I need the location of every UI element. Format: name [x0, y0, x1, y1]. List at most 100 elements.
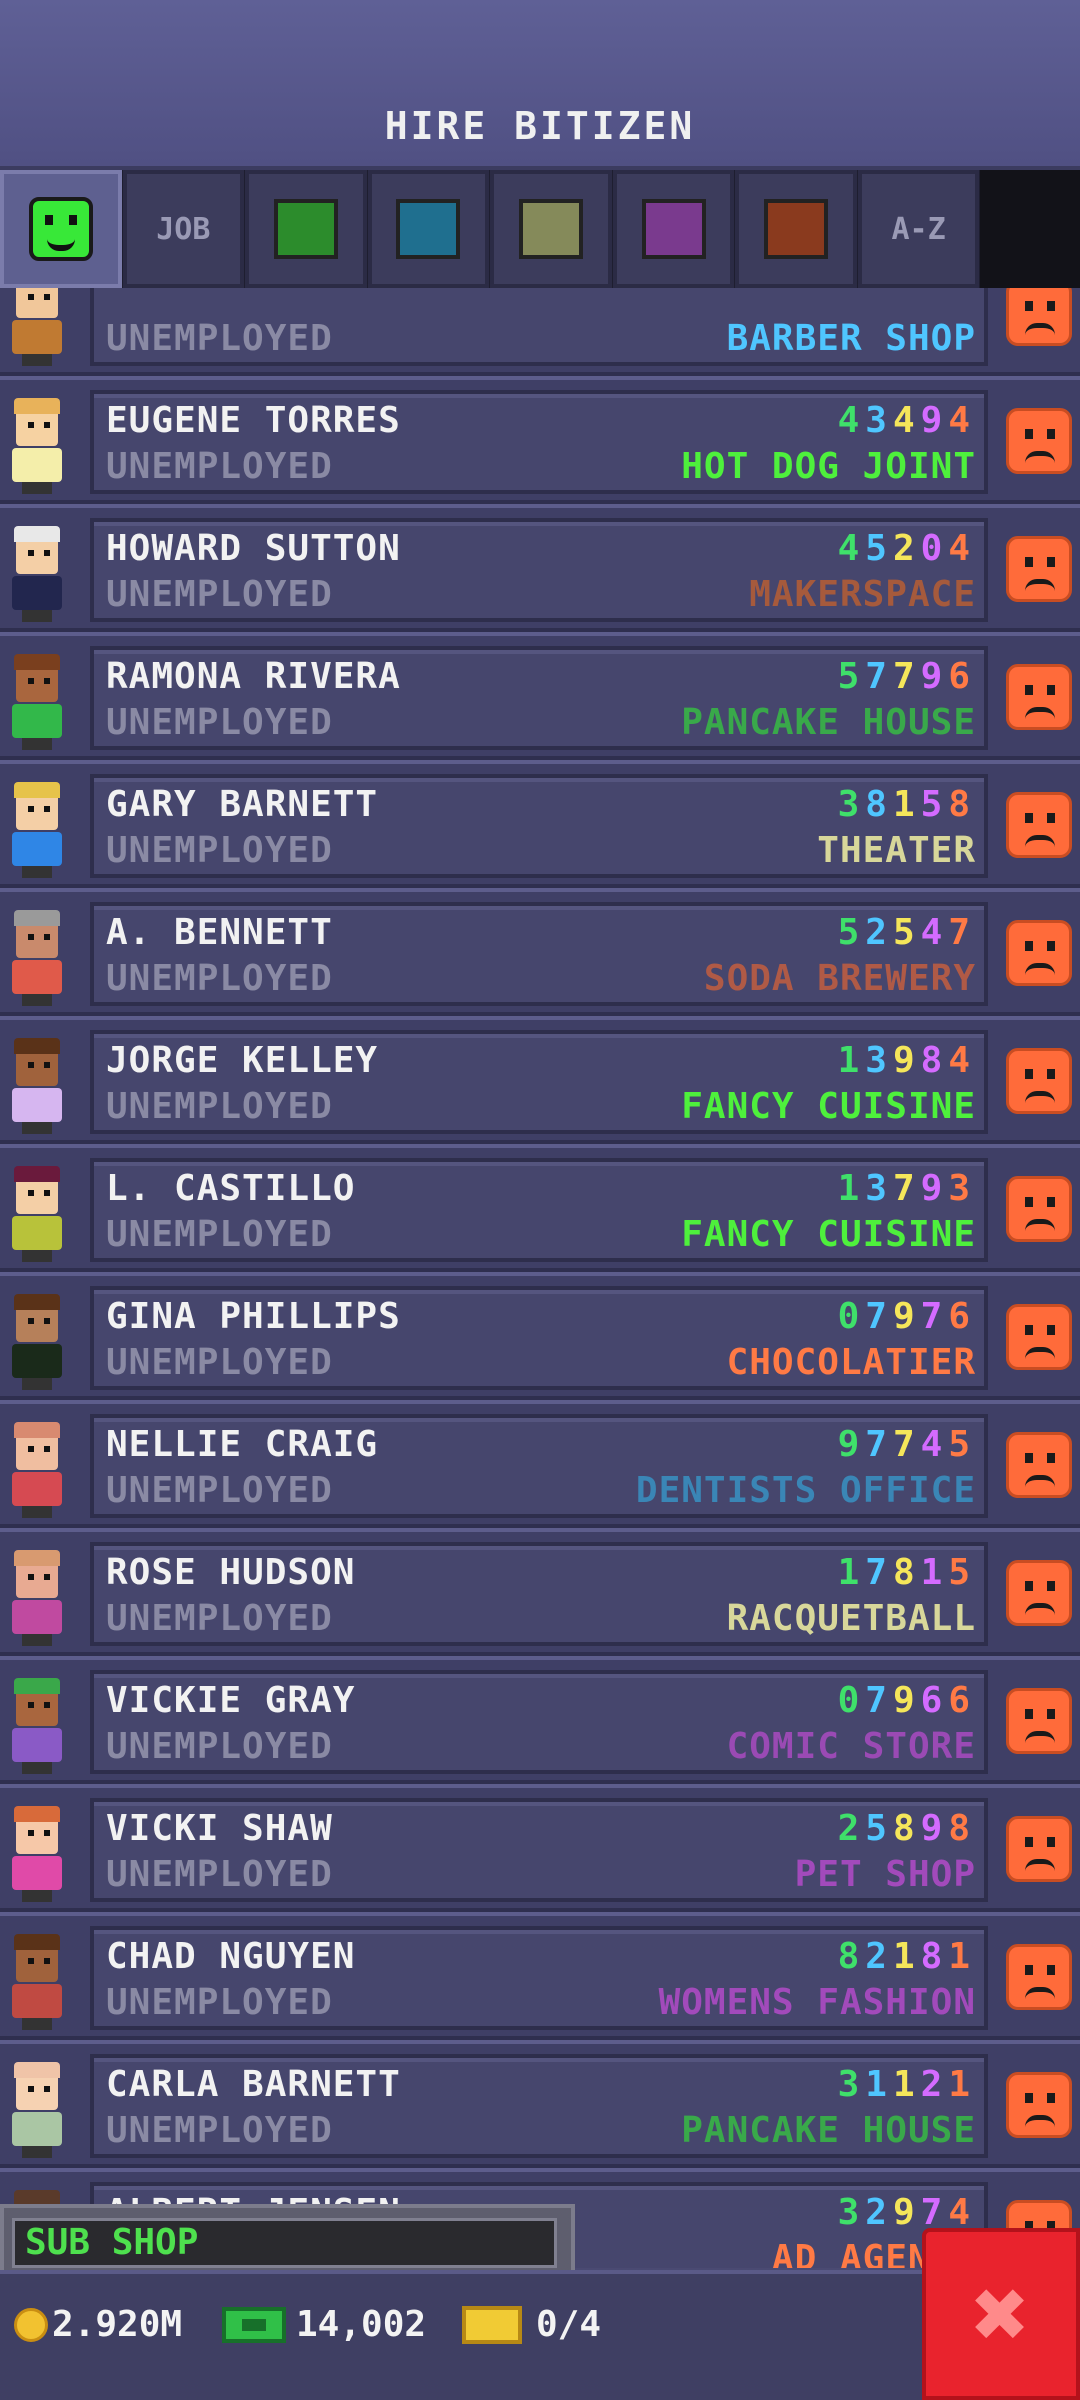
- sad-face-icon: [1006, 1176, 1072, 1242]
- skill-digit: 7: [865, 1552, 893, 1593]
- bitizen-list[interactable]: UNEMPLOYED BARBER SHOP EUGENE TORRES UNEMPL…: [0, 288, 1080, 2268]
- sad-face-icon: [1006, 1688, 1072, 1754]
- bitizen-row[interactable]: GINA PHILLIPS UNEMPLOYED 07976 CHOCOLATIER: [0, 1272, 1080, 1400]
- sub-shop-panel[interactable]: SUB SHOP: [0, 2204, 575, 2274]
- bitizen-avatar: [6, 1550, 68, 1648]
- bitizen-row[interactable]: RAMONA RIVERA UNEMPLOYED 57796 PANCAKE HOUS…: [0, 632, 1080, 760]
- bitizen-row[interactable]: ROSE HUDSON UNEMPLOYED 17815 RACQUETBALL: [0, 1528, 1080, 1656]
- skill-digit: 0: [837, 1296, 866, 1337]
- skill-digit: 1: [837, 1040, 866, 1081]
- skill-digit: 1: [948, 2064, 976, 2105]
- skill-digit: 7: [865, 1680, 893, 1721]
- bitizen-panel: A. BENNETT UNEMPLOYED 52547 SODA BREWERY: [90, 902, 988, 1006]
- bitizen-row[interactable]: UNEMPLOYED BARBER SHOP: [0, 288, 1080, 376]
- bitizen-row[interactable]: GARY BARNETT UNEMPLOYED 38158 THEATER: [0, 760, 1080, 888]
- smiley-icon: [28, 197, 93, 261]
- bitizen-avatar: [6, 2062, 68, 2160]
- bitizen-row[interactable]: CARLA BARNETT UNEMPLOYED 31121 PANCAKE HOUS…: [0, 2040, 1080, 2168]
- skill-digits: 25898: [838, 1808, 976, 1849]
- bitizen-panel: NELLIE CRAIG UNEMPLOYED 97745 DENTISTS OFFI…: [90, 1414, 988, 1518]
- sad-face-icon: [1006, 792, 1072, 858]
- skill-digit: 6: [920, 1680, 949, 1721]
- bitizen-panel: GARY BARNETT UNEMPLOYED 38158 THEATER: [90, 774, 988, 878]
- skill-digit: 6: [948, 1680, 976, 1721]
- tab-az[interactable]: A-Z: [857, 170, 980, 288]
- close-icon: ✖: [972, 2258, 1030, 2370]
- bitizen-name: CARLA BARNETT: [106, 2064, 401, 2105]
- bitizen-panel: L. CASTILLO UNEMPLOYED 13793 FANCY CUISINE: [90, 1158, 988, 1262]
- skill-digit: 9: [920, 400, 949, 441]
- skill-digit: 1: [865, 2064, 893, 2105]
- skill-digits: 43494: [838, 400, 976, 441]
- sad-face-icon: [1006, 1304, 1072, 1370]
- skill-digits: 45204: [838, 528, 976, 569]
- skill-digit: 4: [892, 400, 921, 441]
- skill-digit: 9: [892, 1040, 921, 1081]
- teal-swatch-icon: [396, 199, 461, 259]
- skill-digits: 82181: [838, 1936, 976, 1977]
- skill-digit: 9: [920, 1168, 949, 1209]
- dream-job: MAKERSPACE: [749, 574, 976, 615]
- close-button[interactable]: ✖: [922, 2228, 1080, 2400]
- tickets-stat: 0/4: [462, 2304, 601, 2345]
- bitizen-name: HOWARD SUTTON: [106, 528, 401, 569]
- bitizen-row[interactable]: VICKI SHAW UNEMPLOYED 25898 PET SHOP: [0, 1784, 1080, 1912]
- skill-digits: 13793: [838, 1168, 976, 1209]
- bitizen-status: UNEMPLOYED: [106, 1342, 333, 1383]
- bux-stat: 14,002: [222, 2304, 426, 2345]
- skill-digit: 3: [948, 1168, 976, 1209]
- sad-face-icon: [1006, 1944, 1072, 2010]
- bitizen-status: UNEMPLOYED: [106, 1470, 333, 1511]
- skill-digit: 8: [865, 784, 893, 825]
- tab-smile[interactable]: [0, 170, 122, 288]
- skill-digit: 5: [865, 1808, 893, 1849]
- tab-job[interactable]: JOB: [122, 170, 245, 288]
- skill-digit: 5: [837, 656, 866, 697]
- skill-digit: 1: [948, 1936, 976, 1977]
- skill-digits: 32974: [838, 2192, 976, 2233]
- bitizen-name: GARY BARNETT: [106, 784, 379, 825]
- sad-face-icon: [1006, 664, 1072, 730]
- dream-job: PET SHOP: [794, 1854, 976, 1895]
- bitizen-name: GINA PHILLIPS: [106, 1296, 401, 1337]
- skill-digits: 17815: [838, 1552, 976, 1593]
- tab-olive[interactable]: [490, 170, 612, 288]
- skill-digit: 5: [865, 528, 893, 569]
- tab-teal[interactable]: [367, 170, 490, 288]
- bitizen-status: UNEMPLOYED: [106, 1086, 333, 1127]
- bitizen-row[interactable]: L. CASTILLO UNEMPLOYED 13793 FANCY CUISINE: [0, 1144, 1080, 1272]
- bitizen-avatar: [6, 526, 68, 624]
- bitizen-row[interactable]: CHAD NGUYEN UNEMPLOYED 82181 WOMENS FASHION: [0, 1912, 1080, 2040]
- skill-digit: 7: [892, 1424, 921, 1465]
- purple-swatch-icon: [641, 199, 706, 259]
- bottom-bar: 2.920M 14,002 0/4: [0, 2270, 1080, 2400]
- bitizen-name: CHAD NGUYEN: [106, 1936, 356, 1977]
- skill-digit: 8: [920, 1936, 949, 1977]
- dream-job: HOT DOG JOINT: [681, 446, 976, 487]
- bitizen-row[interactable]: NELLIE CRAIG UNEMPLOYED 97745 DENTISTS OFFI…: [0, 1400, 1080, 1528]
- bitizen-name: L. CASTILLO: [106, 1168, 356, 1209]
- skill-digit: 3: [837, 2064, 866, 2105]
- bitizen-status: UNEMPLOYED: [106, 446, 333, 487]
- skill-digit: 4: [920, 912, 949, 953]
- bitizen-row[interactable]: VICKIE GRAY UNEMPLOYED 07966 COMIC STORE: [0, 1656, 1080, 1784]
- skill-digit: 2: [920, 2064, 949, 2105]
- bitizen-row[interactable]: EUGENE TORRES UNEMPLOYED 43494 HOT DOG JOIN…: [0, 376, 1080, 504]
- sad-face-icon: [1006, 1048, 1072, 1114]
- bitizen-row[interactable]: A. BENNETT UNEMPLOYED 52547 SODA BREWERY: [0, 888, 1080, 1016]
- bux-icon: [222, 2306, 286, 2343]
- sad-face-icon: [1006, 1560, 1072, 1626]
- sad-face-icon: [1006, 1432, 1072, 1498]
- bitizen-row[interactable]: JORGE KELLEY UNEMPLOYED 13984 FANCY CUISINE: [0, 1016, 1080, 1144]
- tab-purple[interactable]: [612, 170, 735, 288]
- skill-digit: 9: [920, 656, 949, 697]
- bitizen-row[interactable]: HOWARD SUTTON UNEMPLOYED 45204 MAKERSPACE: [0, 504, 1080, 632]
- skill-digit: 4: [948, 528, 976, 569]
- bux-value: 14,002: [296, 2304, 427, 2345]
- tab-green[interactable]: [245, 170, 367, 288]
- bitizen-status: UNEMPLOYED: [106, 318, 333, 359]
- bitizen-avatar: [6, 1934, 68, 2032]
- tab-brown[interactable]: [735, 170, 857, 288]
- tab-job-label: JOB: [156, 211, 211, 247]
- bitizen-status: UNEMPLOYED: [106, 1214, 333, 1255]
